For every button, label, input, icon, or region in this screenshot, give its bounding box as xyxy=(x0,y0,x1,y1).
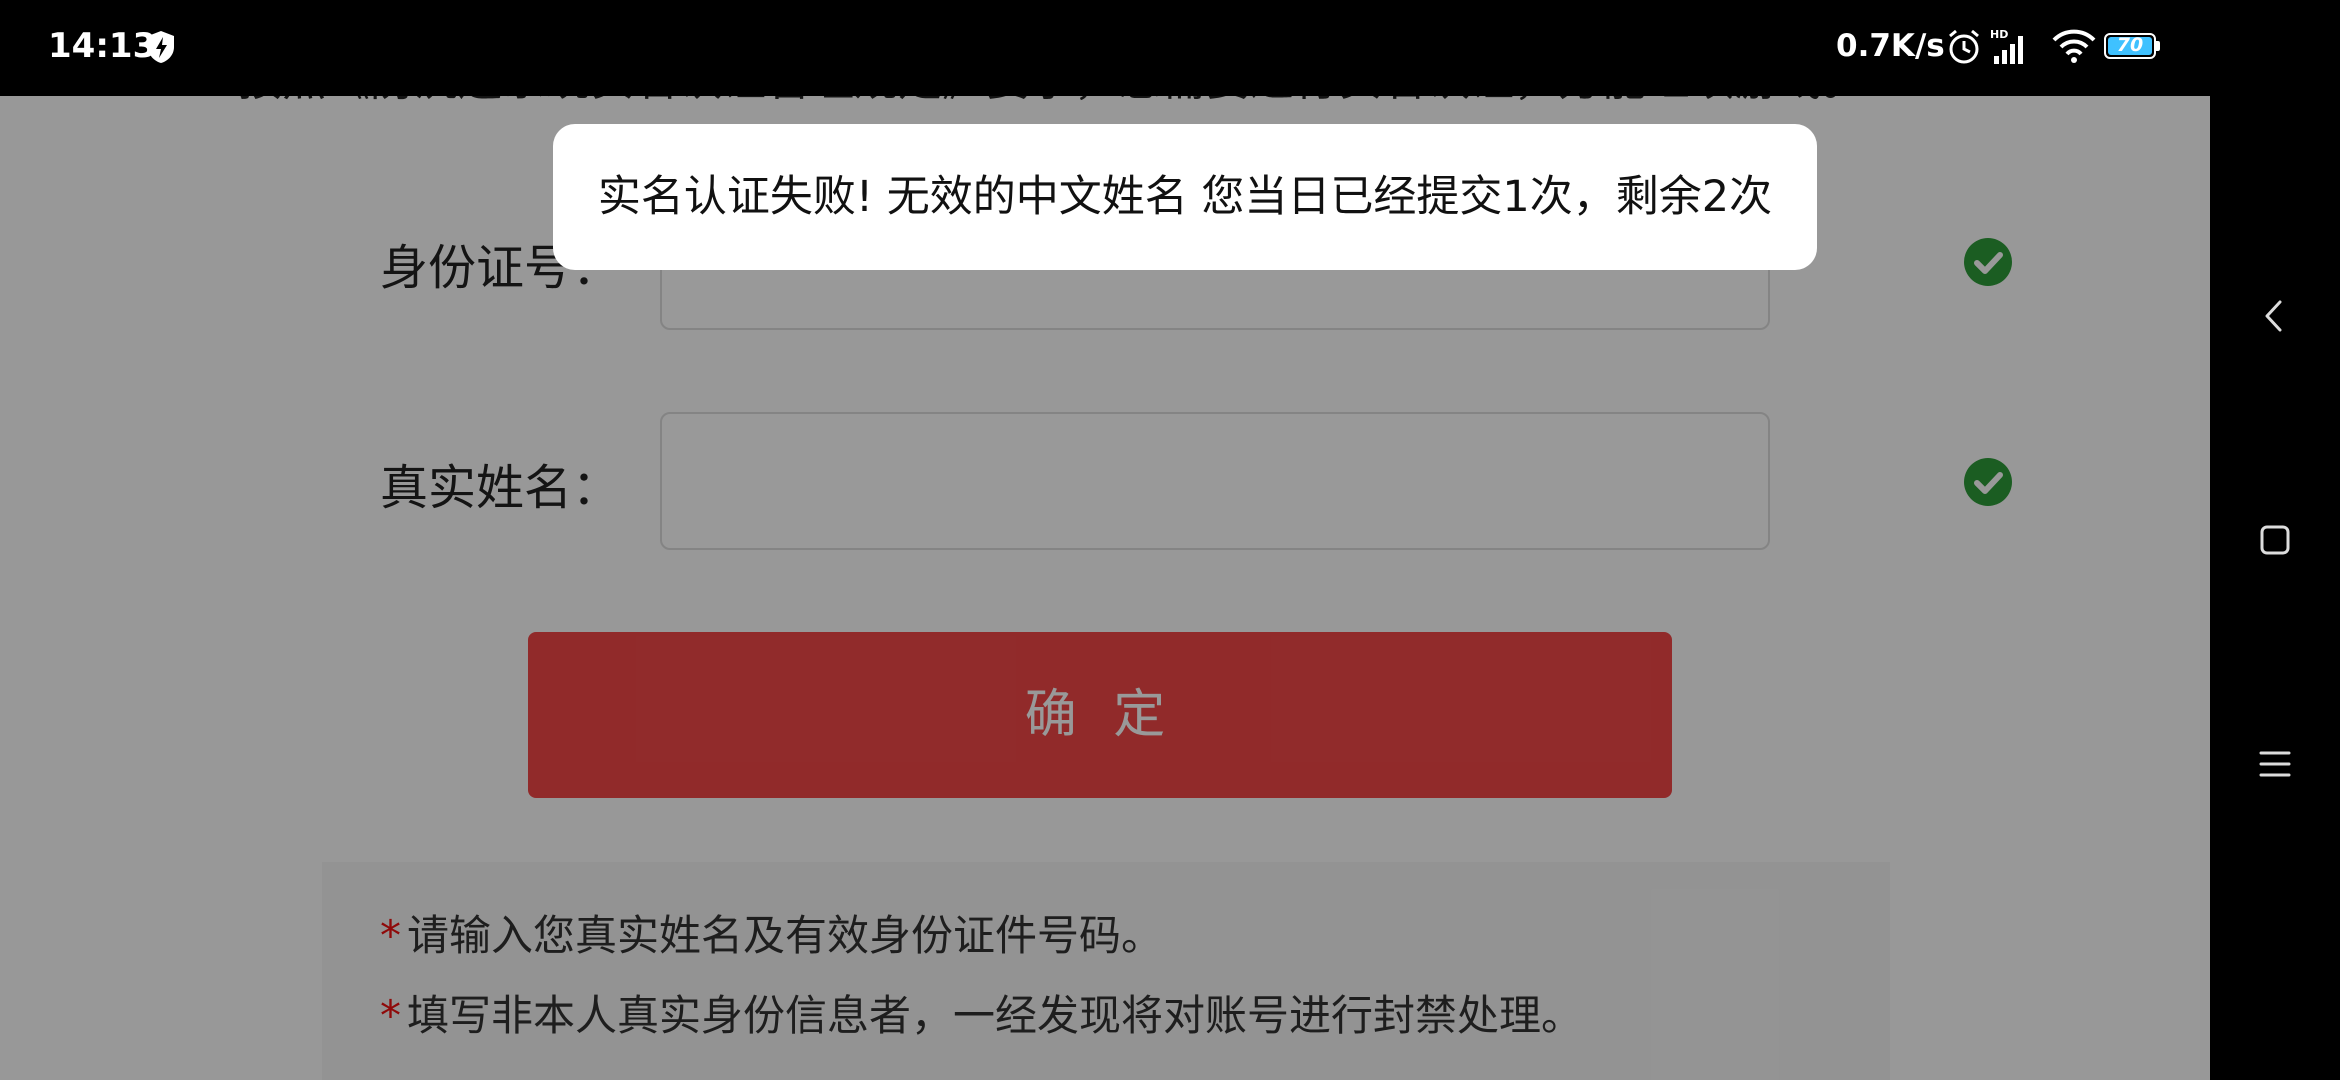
home-button[interactable] xyxy=(2210,500,2340,580)
back-button[interactable] xyxy=(2210,276,2340,356)
navigation-bar xyxy=(2210,0,2340,1080)
status-bar: 14:13 0.7K/s HD 70 xyxy=(0,0,2210,96)
network-speed: 0.7K/s xyxy=(1836,28,1945,64)
battery-icon: 70 xyxy=(2104,33,2162,61)
signal-icon: HD xyxy=(1990,28,2023,64)
recents-icon xyxy=(2260,525,2290,555)
menu-button[interactable] xyxy=(2210,724,2340,804)
hd-label: HD xyxy=(1990,28,2008,41)
menu-icon xyxy=(2259,751,2291,777)
error-toast: 实名认证失败! 无效的中文姓名 您当日已经提交1次，剩余2次 xyxy=(553,124,1817,270)
battery-level: 70 xyxy=(2116,34,2144,56)
back-icon xyxy=(2265,300,2282,332)
shield-bolt-icon xyxy=(148,31,174,63)
alarm-icon xyxy=(1949,29,1979,64)
clock: 14:13 xyxy=(48,26,157,66)
wifi-icon xyxy=(2052,29,2096,63)
